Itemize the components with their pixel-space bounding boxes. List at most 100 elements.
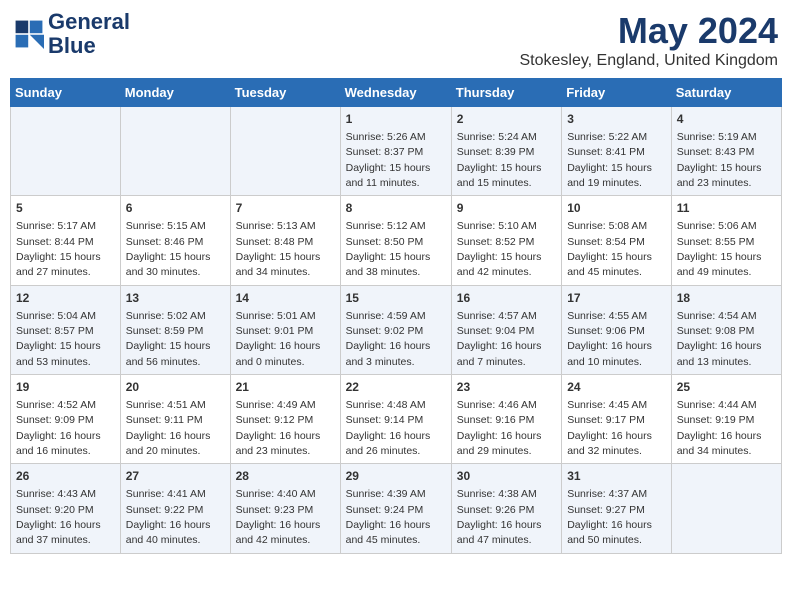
day-info: Sunrise: 5:17 AM Sunset: 8:44 PM Dayligh… <box>16 220 101 278</box>
calendar-cell <box>120 107 230 196</box>
calendar-cell: 4 Sunrise: 5:19 AM Sunset: 8:43 PM Daylig… <box>671 107 781 196</box>
day-info: Sunrise: 5:24 AM Sunset: 8:39 PM Dayligh… <box>457 131 542 189</box>
calendar-cell: 16Sunrise: 4:57 AM Sunset: 9:04 PM Dayli… <box>451 285 561 374</box>
day-number: 5 <box>16 200 115 217</box>
calendar-cell: 7 Sunrise: 5:13 AM Sunset: 8:48 PM Daylig… <box>230 196 340 285</box>
day-info: Sunrise: 4:55 AM Sunset: 9:06 PM Dayligh… <box>567 310 652 368</box>
calendar-cell: 23 Sunrise: 4:46 AM Sunset: 9:16 PM Dayli… <box>451 375 561 464</box>
day-number: 6 <box>126 200 225 217</box>
calendar-cell: 28 Sunrise: 4:40 AM Sunset: 9:23 PM Dayli… <box>230 464 340 553</box>
weekday-header: Saturday <box>671 79 781 107</box>
logo-line2: Blue <box>48 34 130 58</box>
calendar-cell: 17Sunrise: 4:55 AM Sunset: 9:06 PM Dayli… <box>562 285 672 374</box>
day-info: Sunrise: 5:13 AM Sunset: 8:48 PM Dayligh… <box>236 220 321 278</box>
calendar-cell: 31 Sunrise: 4:37 AM Sunset: 9:27 PM Dayli… <box>562 464 672 553</box>
day-number: 31 <box>567 468 666 485</box>
day-info: Sunrise: 4:54 AM Sunset: 9:08 PM Dayligh… <box>677 310 762 368</box>
day-number: 21 <box>236 379 335 396</box>
day-info: Sunrise: 4:38 AM Sunset: 9:26 PM Dayligh… <box>457 488 542 546</box>
calendar-cell: 6 Sunrise: 5:15 AM Sunset: 8:46 PM Daylig… <box>120 196 230 285</box>
day-number: 23 <box>457 379 556 396</box>
day-number: 24 <box>567 379 666 396</box>
calendar-week-row: 26Sunrise: 4:43 AM Sunset: 9:20 PM Dayli… <box>11 464 782 553</box>
day-info: Sunrise: 4:37 AM Sunset: 9:27 PM Dayligh… <box>567 488 652 546</box>
day-info: Sunrise: 4:40 AM Sunset: 9:23 PM Dayligh… <box>236 488 321 546</box>
location: Stokesley, England, United Kingdom <box>519 52 778 70</box>
calendar-cell: 12 Sunrise: 5:04 AM Sunset: 8:57 PM Dayli… <box>11 285 121 374</box>
logo-icon <box>14 19 44 49</box>
calendar-cell <box>11 107 121 196</box>
day-info: Sunrise: 4:44 AM Sunset: 9:19 PM Dayligh… <box>677 399 762 457</box>
day-number: 19 <box>16 379 115 396</box>
calendar-cell <box>230 107 340 196</box>
calendar-week-row: 5 Sunrise: 5:17 AM Sunset: 8:44 PM Daylig… <box>11 196 782 285</box>
calendar-cell: 10Sunrise: 5:08 AM Sunset: 8:54 PM Dayli… <box>562 196 672 285</box>
day-number: 10 <box>567 200 666 217</box>
day-info: Sunrise: 4:48 AM Sunset: 9:14 PM Dayligh… <box>346 399 431 457</box>
day-number: 15 <box>346 290 446 307</box>
day-info: Sunrise: 4:39 AM Sunset: 9:24 PM Dayligh… <box>346 488 431 546</box>
day-number: 8 <box>346 200 446 217</box>
day-info: Sunrise: 5:01 AM Sunset: 9:01 PM Dayligh… <box>236 310 321 368</box>
day-info: Sunrise: 5:15 AM Sunset: 8:46 PM Dayligh… <box>126 220 211 278</box>
day-info: Sunrise: 5:04 AM Sunset: 8:57 PM Dayligh… <box>16 310 101 368</box>
day-number: 30 <box>457 468 556 485</box>
day-number: 12 <box>16 290 115 307</box>
weekday-header: Monday <box>120 79 230 107</box>
calendar-cell: 26Sunrise: 4:43 AM Sunset: 9:20 PM Dayli… <box>11 464 121 553</box>
day-number: 7 <box>236 200 335 217</box>
weekday-header: Sunday <box>11 79 121 107</box>
weekday-header: Friday <box>562 79 672 107</box>
month-year: May 2024 <box>519 10 778 52</box>
day-info: Sunrise: 5:19 AM Sunset: 8:43 PM Dayligh… <box>677 131 762 189</box>
day-number: 4 <box>677 111 776 128</box>
day-info: Sunrise: 5:12 AM Sunset: 8:50 PM Dayligh… <box>346 220 431 278</box>
day-number: 9 <box>457 200 556 217</box>
day-info: Sunrise: 4:52 AM Sunset: 9:09 PM Dayligh… <box>16 399 101 457</box>
day-number: 16 <box>457 290 556 307</box>
weekday-header: Tuesday <box>230 79 340 107</box>
calendar-cell: 29 Sunrise: 4:39 AM Sunset: 9:24 PM Dayli… <box>340 464 451 553</box>
calendar-cell <box>671 464 781 553</box>
calendar-cell: 24Sunrise: 4:45 AM Sunset: 9:17 PM Dayli… <box>562 375 672 464</box>
day-info: Sunrise: 5:10 AM Sunset: 8:52 PM Dayligh… <box>457 220 542 278</box>
calendar-cell: 30 Sunrise: 4:38 AM Sunset: 9:26 PM Dayli… <box>451 464 561 553</box>
day-number: 29 <box>346 468 446 485</box>
calendar-cell: 14 Sunrise: 5:01 AM Sunset: 9:01 PM Dayli… <box>230 285 340 374</box>
calendar-cell: 19 Sunrise: 4:52 AM Sunset: 9:09 PM Dayli… <box>11 375 121 464</box>
day-info: Sunrise: 4:46 AM Sunset: 9:16 PM Dayligh… <box>457 399 542 457</box>
calendar-cell: 9 Sunrise: 5:10 AM Sunset: 8:52 PM Daylig… <box>451 196 561 285</box>
weekday-header: Wednesday <box>340 79 451 107</box>
calendar-week-row: 1 Sunrise: 5:26 AM Sunset: 8:37 PM Daylig… <box>11 107 782 196</box>
calendar-cell: 3Sunrise: 5:22 AM Sunset: 8:41 PM Daylig… <box>562 107 672 196</box>
day-number: 22 <box>346 379 446 396</box>
logo-line1: General <box>48 10 130 34</box>
day-number: 2 <box>457 111 556 128</box>
day-number: 14 <box>236 290 335 307</box>
day-info: Sunrise: 4:41 AM Sunset: 9:22 PM Dayligh… <box>126 488 211 546</box>
day-info: Sunrise: 5:26 AM Sunset: 8:37 PM Dayligh… <box>346 131 431 189</box>
calendar-cell: 20Sunrise: 4:51 AM Sunset: 9:11 PM Dayli… <box>120 375 230 464</box>
calendar-cell: 15 Sunrise: 4:59 AM Sunset: 9:02 PM Dayli… <box>340 285 451 374</box>
weekday-header: Thursday <box>451 79 561 107</box>
calendar-cell: 18 Sunrise: 4:54 AM Sunset: 9:08 PM Dayli… <box>671 285 781 374</box>
calendar-cell: 21 Sunrise: 4:49 AM Sunset: 9:12 PM Dayli… <box>230 375 340 464</box>
calendar-cell: 22 Sunrise: 4:48 AM Sunset: 9:14 PM Dayli… <box>340 375 451 464</box>
day-number: 11 <box>677 200 776 217</box>
day-number: 28 <box>236 468 335 485</box>
day-number: 25 <box>677 379 776 396</box>
weekday-header-row: SundayMondayTuesdayWednesdayThursdayFrid… <box>11 79 782 107</box>
day-info: Sunrise: 4:49 AM Sunset: 9:12 PM Dayligh… <box>236 399 321 457</box>
day-number: 27 <box>126 468 225 485</box>
calendar-cell: 27 Sunrise: 4:41 AM Sunset: 9:22 PM Dayli… <box>120 464 230 553</box>
day-number: 1 <box>346 111 446 128</box>
calendar-cell: 25 Sunrise: 4:44 AM Sunset: 9:19 PM Dayli… <box>671 375 781 464</box>
day-info: Sunrise: 4:59 AM Sunset: 9:02 PM Dayligh… <box>346 310 431 368</box>
calendar-week-row: 19 Sunrise: 4:52 AM Sunset: 9:09 PM Dayli… <box>11 375 782 464</box>
day-info: Sunrise: 4:51 AM Sunset: 9:11 PM Dayligh… <box>126 399 211 457</box>
day-number: 18 <box>677 290 776 307</box>
logo: General Blue <box>14 10 130 58</box>
day-number: 26 <box>16 468 115 485</box>
calendar-cell: 2 Sunrise: 5:24 AM Sunset: 8:39 PM Daylig… <box>451 107 561 196</box>
day-number: 13 <box>126 290 225 307</box>
